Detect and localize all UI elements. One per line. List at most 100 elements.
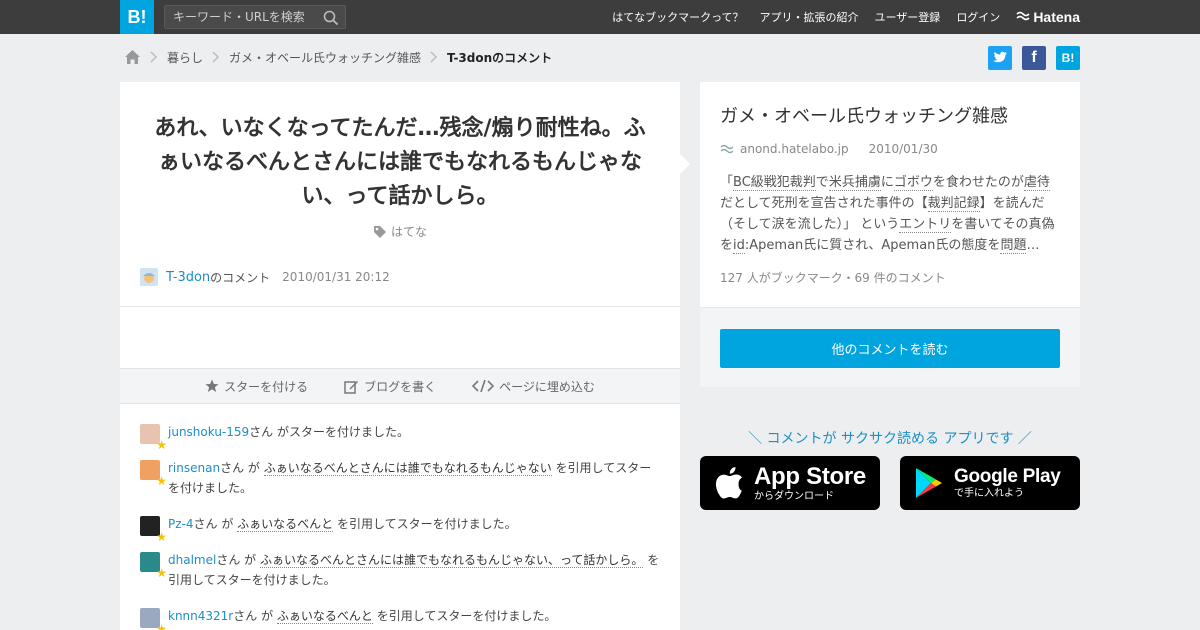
google-play-icon xyxy=(916,468,942,498)
keyword-link[interactable]: BC級戦犯裁判 xyxy=(733,175,816,191)
hatena-label: Hatena xyxy=(1033,9,1080,25)
comment-user[interactable]: T-3don xyxy=(166,270,210,285)
hatena-link[interactable]: Hatena xyxy=(1016,9,1080,25)
comment-text: あれ、いなくなってたんだ…残念/煽り耐性ね。ふぁいなるべんとさんには誰でもなれる… xyxy=(154,116,646,209)
google-play-labels: Google Play で手に入れよう xyxy=(954,467,1061,499)
star-text: さん が xyxy=(233,609,277,623)
hatena-bookmark-share-button[interactable]: B! xyxy=(1056,46,1080,70)
divider xyxy=(120,306,680,307)
facebook-share-button[interactable]: f xyxy=(1022,46,1046,70)
favicon-icon xyxy=(720,144,734,154)
star-quote[interactable]: ふぁいなるべんとさんには誰でもなれるもんじゃない xyxy=(263,461,552,476)
add-star-button[interactable]: スターを付ける xyxy=(205,378,308,395)
entry-panel: ガメ・オベール氏ウォッチング雑感 anond.hatelabo.jp 2010/… xyxy=(700,82,1080,387)
entry-summary: 「BC級戦犯裁判で米兵捕虜にゴボウを食わせたのが虐待だとして死刑を宣告された事件… xyxy=(720,172,1060,256)
breadcrumb: 暮らし ガメ・オベール氏ウォッチング雑感 T-3donのコメント xyxy=(124,46,552,68)
list-item: ★ dhalmelさん が ふぁいなるべんとさんには誰でもなれるもんじゃない、っ… xyxy=(140,550,660,590)
search-icon[interactable] xyxy=(323,10,339,26)
hatena-bookmark-logo[interactable]: B! xyxy=(120,0,154,34)
star-quote[interactable]: ふぁいなるべんとさんには誰でもなれるもんじゃない、って話かしら。 xyxy=(259,553,644,568)
star-text: さん が xyxy=(220,461,264,475)
entry-source: anond.hatelabo.jp 2010/01/30 xyxy=(720,142,938,156)
star-text: を引用してスターを付けました。 xyxy=(372,609,557,623)
summary-text: … xyxy=(1026,238,1040,253)
write-blog-label: ブログを書く xyxy=(364,379,437,394)
star-icon xyxy=(205,379,219,392)
breadcrumb-entry[interactable]: ガメ・オベール氏ウォッチング雑感 xyxy=(229,49,421,66)
star-user[interactable]: rinsenan xyxy=(168,461,220,475)
avatar[interactable]: ★ xyxy=(140,460,167,487)
app-store-sublabel: からダウンロード xyxy=(754,490,834,502)
star-user[interactable]: knnn4321r xyxy=(168,609,233,623)
avatar[interactable] xyxy=(140,268,158,286)
breadcrumb-current: T-3donのコメント xyxy=(447,50,553,65)
avatar[interactable]: ★ xyxy=(140,608,167,630)
list-item: ★ junshoku-159さん がスターを付けました。 xyxy=(140,422,660,451)
keyword-link[interactable]: 裁判記録 xyxy=(927,196,980,212)
edit-icon xyxy=(344,380,359,394)
nav-about[interactable]: はてなブックマークって？ xyxy=(612,9,743,25)
summary-text: を食わせたのが xyxy=(932,175,1024,190)
nav-register[interactable]: ユーザー登録 xyxy=(875,9,941,25)
entry-domain[interactable]: anond.hatelabo.jp xyxy=(740,142,849,156)
bookmark-counts[interactable]: 127 人がブックマーク・69 件のコメント xyxy=(720,269,946,286)
tag-icon xyxy=(373,225,386,238)
avatar[interactable]: ★ xyxy=(140,552,167,579)
hatena-logo-icon xyxy=(1016,11,1030,21)
star-user[interactable]: dhalmel xyxy=(168,553,216,567)
star-user[interactable]: junshoku-159 xyxy=(168,425,249,439)
keyword-link[interactable]: 虐待 xyxy=(1023,175,1050,191)
embed-button[interactable]: ページに埋め込む xyxy=(472,378,595,395)
summary-text: 「 xyxy=(720,175,734,190)
nav-login[interactable]: ログイン xyxy=(956,9,1000,25)
keyword-link[interactable]: 米兵捕虜 xyxy=(828,175,881,191)
comment-meta: T-3don のコメント 2010/01/31 20:12 xyxy=(140,268,390,286)
share-buttons: f B! xyxy=(978,46,1080,70)
list-item: ★ rinsenanさん が ふぁいなるべんとさんには誰でもなれるもんじゃない … xyxy=(140,458,660,498)
breadcrumb-category[interactable]: 暮らし xyxy=(167,49,203,66)
home-icon[interactable] xyxy=(124,49,141,65)
twitter-icon xyxy=(993,51,1007,63)
star-text: さん がスターを付けました。 xyxy=(249,425,409,439)
keyword-link[interactable]: 問題 xyxy=(1000,238,1027,254)
summary-text: だとして死刑を宣告された事件の【 xyxy=(720,196,928,211)
star-icon: ★ xyxy=(156,438,167,452)
summary-text: :Apeman氏に質され、Apeman氏の態度を xyxy=(744,238,1001,253)
google-play-button[interactable]: Google Play で手に入れよう xyxy=(900,456,1080,510)
comment-panel: あれ、いなくなってたんだ…残念/煽り耐性ね。ふぁいなるべんとさんには誰でもなれる… xyxy=(120,82,680,630)
keyword-link[interactable]: エントリ xyxy=(899,217,952,233)
keyword-link[interactable]: id xyxy=(733,238,745,254)
star-quote[interactable]: ふぁいなるべんと xyxy=(237,517,334,532)
search-box[interactable] xyxy=(164,5,346,29)
app-store-button[interactable]: App Store からダウンロード xyxy=(700,456,880,510)
search-input[interactable] xyxy=(165,6,315,28)
star-text: さん が xyxy=(193,517,238,531)
top-bar: B! はてなブックマークって？ アプリ・拡張の紹介 ユーザー登録 ログイン Ha… xyxy=(0,0,1200,34)
twitter-share-button[interactable] xyxy=(988,46,1012,70)
keyword-link[interactable]: ゴボウ xyxy=(893,175,933,191)
code-icon xyxy=(472,379,495,393)
app-store-label: App Store xyxy=(754,462,866,490)
list-item: ★ Pz-4さん が ふぁいなるべんと を引用してスターを付けました。 xyxy=(140,514,660,543)
list-item: ★ knnn4321rさん が ふぁいなるべんと を引用してスターを付けました。 xyxy=(140,606,660,630)
app-store-labels: App Store からダウンロード xyxy=(754,462,866,502)
avatar[interactable]: ★ xyxy=(140,424,167,451)
comment-tag[interactable]: はてな xyxy=(120,223,680,240)
app-promo-text: ＼ コメントが サクサク読める アプリです ／ xyxy=(748,431,1032,447)
embed-label: ページに埋め込む xyxy=(499,379,595,394)
google-play-label: Google Play xyxy=(954,466,1061,487)
chevron-right-icon xyxy=(209,46,223,68)
star-quote[interactable]: ふぁいなるべんと xyxy=(276,609,373,624)
entry-date: 2010/01/30 xyxy=(868,142,938,156)
panel-pointer xyxy=(680,154,690,174)
star-icon: ★ xyxy=(156,622,167,630)
entry-title[interactable]: ガメ・オベール氏ウォッチング雑感 xyxy=(720,102,1008,128)
entry-panel-footer: 他のコメントを読む xyxy=(700,307,1080,387)
tag-label: はてな xyxy=(390,225,427,239)
avatar[interactable]: ★ xyxy=(140,516,167,543)
write-blog-button[interactable]: ブログを書く xyxy=(344,378,436,395)
nav-apps[interactable]: アプリ・拡張の紹介 xyxy=(760,9,859,25)
star-text: さん が xyxy=(216,553,260,567)
star-user[interactable]: Pz-4 xyxy=(168,517,194,531)
read-other-comments-button[interactable]: 他のコメントを読む xyxy=(720,329,1060,368)
